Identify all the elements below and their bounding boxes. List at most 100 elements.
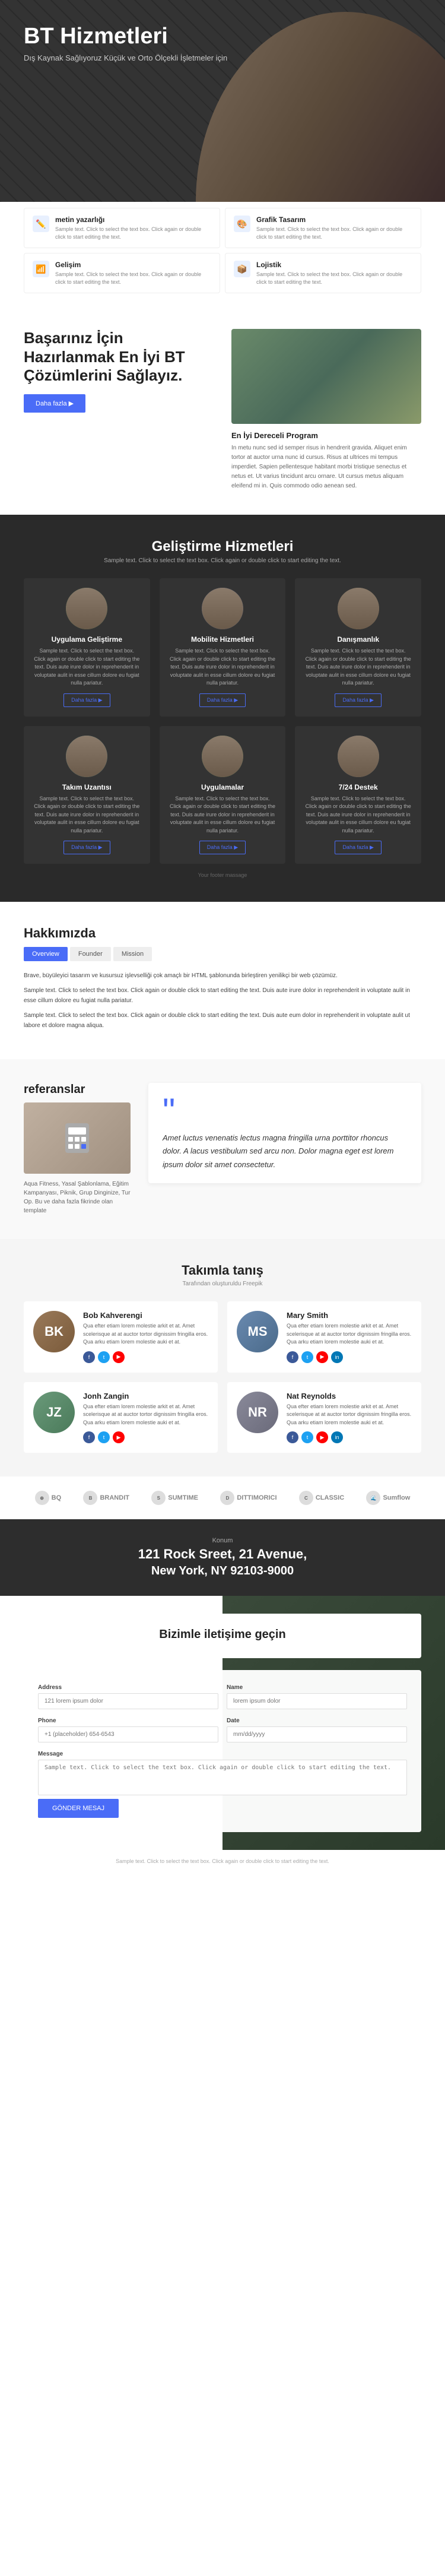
service-icon-2: 📶 [33, 261, 49, 277]
dev-card-title-5: 7/24 Destek [304, 783, 412, 791]
dev-card-btn-5[interactable]: Daha fazla ▶ [335, 841, 381, 854]
service-card-2: 📶 Gelişim Sample text. Click to select t… [24, 253, 220, 293]
dev-card-3: Takım Uzantısı Sample text. Click to sel… [24, 726, 150, 864]
facebook-icon-3[interactable]: f [287, 1431, 298, 1443]
name-input[interactable] [227, 1693, 407, 1709]
calculator-icon [59, 1120, 95, 1156]
ref-quote-card: " Amet luctus venenatis lectus magna fri… [148, 1083, 421, 1183]
brand-label-2: SUMTIME [168, 1494, 198, 1501]
team-card-1: MS Mary Smith Qua efter etiam lorem mole… [227, 1301, 421, 1373]
address-input[interactable] [38, 1693, 218, 1709]
service-desc-3: Sample text. Click to select the text bo… [256, 271, 412, 286]
brand-4: C CLASSIC [299, 1491, 344, 1505]
youtube-icon-3[interactable]: ▶ [316, 1431, 328, 1443]
brand-label-3: DITTIMORICI [237, 1494, 276, 1501]
name-field: Name [227, 1684, 407, 1709]
brand-icon-1: B [83, 1491, 97, 1505]
twitter-icon-3[interactable]: t [301, 1431, 313, 1443]
brand-2: S SUMTIME [151, 1491, 198, 1505]
aboutus-tab-founder[interactable]: Founder [70, 947, 111, 961]
hero-title: BT Hizmetleri [24, 24, 227, 50]
about-right: En İyi Dereceli Program In metu nunc sed… [231, 329, 421, 491]
service-desc-1: Sample text. Click to select the text bo… [256, 226, 412, 240]
service-card-0: ✏️ metin yazarlığı Sample text. Click to… [24, 208, 220, 248]
dev-card-btn-2[interactable]: Daha fazla ▶ [335, 693, 381, 707]
team-avatar-2: JZ [33, 1392, 75, 1433]
team-name-2: Jonh Zangin [83, 1392, 208, 1401]
team-socials-0: f t ▶ [83, 1351, 208, 1363]
aboutus-body-2: Sample text. Click to select the text bo… [24, 986, 421, 1006]
facebook-icon-0[interactable]: f [83, 1351, 95, 1363]
dev-card-btn-1[interactable]: Daha fazla ▶ [199, 693, 246, 707]
service-cards-section: ✏️ metin yazarlığı Sample text. Click to… [0, 202, 445, 305]
brand-label-5: Sumflow [383, 1494, 410, 1501]
team-avatar-1: MS [237, 1311, 278, 1352]
about-heading: Başarınız İçin Hazırlanmak En İyi BT Çöz… [24, 329, 214, 385]
linkedin-icon-3[interactable]: in [331, 1431, 343, 1443]
about-more-button[interactable]: Daha fazla ▶ [24, 394, 85, 413]
twitter-icon-1[interactable]: t [301, 1351, 313, 1363]
dev-card-desc-4: Sample text. Click to select the text bo… [169, 795, 276, 835]
aboutus-tab-mission[interactable]: Mission [113, 947, 152, 961]
brand-label-1: BRANDIT [100, 1494, 129, 1501]
facebook-icon-1[interactable]: f [287, 1351, 298, 1363]
dev-card-btn-3[interactable]: Daha fazla ▶ [63, 841, 110, 854]
dev-card-btn-4[interactable]: Daha fazla ▶ [199, 841, 246, 854]
team-desc-3: Qua efter etiam lorem molestie arkit et … [287, 1403, 412, 1427]
ref-left-image [24, 1102, 131, 1174]
ref-left: referanslar Aqua Fitness, Yasal Şablonla… [24, 1083, 131, 1215]
message-textarea[interactable] [38, 1760, 407, 1795]
service-title-1: Grafik Tasarım [256, 216, 412, 224]
phone-input[interactable] [38, 1726, 218, 1742]
brand-3: D DITTIMORICI [220, 1491, 276, 1505]
date-input[interactable] [227, 1726, 407, 1742]
address-field: Address [38, 1684, 218, 1709]
footer-note-text: Sample text. Click to select the text bo… [8, 1858, 437, 1864]
footer-note: Sample text. Click to select the text bo… [0, 1850, 445, 1872]
youtube-icon-1[interactable]: ▶ [316, 1351, 328, 1363]
team-avatar-3: NR [237, 1392, 278, 1433]
contact-form-title: Bizimle iletişime geçin [38, 1628, 407, 1642]
dev-card-title-0: Uygulama Geliştirme [33, 635, 141, 644]
dev-credit: Your footer massage [24, 872, 421, 878]
referanslar-section: referanslar Aqua Fitness, Yasal Şablonla… [0, 1059, 445, 1239]
about-right-body: In metu nunc sed id semper risus in hend… [231, 443, 421, 491]
submit-button[interactable]: GÖNDER MESAJ [38, 1799, 119, 1818]
dev-card-img-0 [66, 588, 107, 629]
linkedin-icon-1[interactable]: in [331, 1351, 343, 1363]
team-section: Takımla tanış Tarafından oluşturuldu Fre… [0, 1239, 445, 1476]
service-card-content-1: Grafik Tasarım Sample text. Click to sel… [256, 216, 412, 240]
youtube-icon-2[interactable]: ▶ [113, 1431, 125, 1443]
team-title: Takımla tanış [24, 1263, 421, 1278]
dev-card-5: 7/24 Destek Sample text. Click to select… [295, 726, 421, 864]
brand-icon-2: S [151, 1491, 166, 1505]
team-card-content-3: Nat Reynolds Qua efter etiam lorem moles… [287, 1392, 412, 1444]
brand-1: B BRANDIT [83, 1491, 129, 1505]
twitter-icon-0[interactable]: t [98, 1351, 110, 1363]
brand-5: 🌊 Sumflow [366, 1491, 410, 1505]
dev-card-title-1: Mobilite Hizmetleri [169, 635, 276, 644]
contact-address-line2: New York, NY 92103-9000 [24, 1564, 421, 1578]
aboutus-tab-overview[interactable]: Overview [24, 947, 68, 961]
service-card-3: 📦 Lojistik Sample text. Click to select … [225, 253, 421, 293]
dev-card-title-2: Danışmanlık [304, 635, 412, 644]
ref-title: referanslar [24, 1083, 131, 1097]
team-socials-1: f t ▶ in [287, 1351, 412, 1363]
twitter-icon-2[interactable]: t [98, 1431, 110, 1443]
about-right-image [231, 329, 421, 424]
service-card-content-0: metin yazarlığı Sample text. Click to se… [55, 216, 211, 240]
dev-card-1: Mobilite Hizmetleri Sample text. Click t… [160, 578, 286, 717]
dev-card-desc-0: Sample text. Click to select the text bo… [33, 647, 141, 687]
youtube-icon-0[interactable]: ▶ [113, 1351, 125, 1363]
about-left: Başarınız İçin Hazırlanmak En İyi BT Çöz… [24, 329, 214, 413]
aboutus-body-3: Sample text. Click to select the text bo… [24, 1010, 421, 1031]
facebook-icon-2[interactable]: f [83, 1431, 95, 1443]
brand-label-0: BQ [52, 1494, 62, 1501]
dev-card-btn-0[interactable]: Daha fazla ▶ [63, 693, 110, 707]
dev-card-2: Danışmanlık Sample text. Click to select… [295, 578, 421, 717]
service-desc-2: Sample text. Click to select the text bo… [55, 271, 211, 286]
phone-field: Phone [38, 1718, 218, 1742]
brand-icon-0: ⊕ [35, 1491, 49, 1505]
dev-card-img-2 [338, 588, 379, 629]
phone-label: Phone [38, 1718, 218, 1724]
